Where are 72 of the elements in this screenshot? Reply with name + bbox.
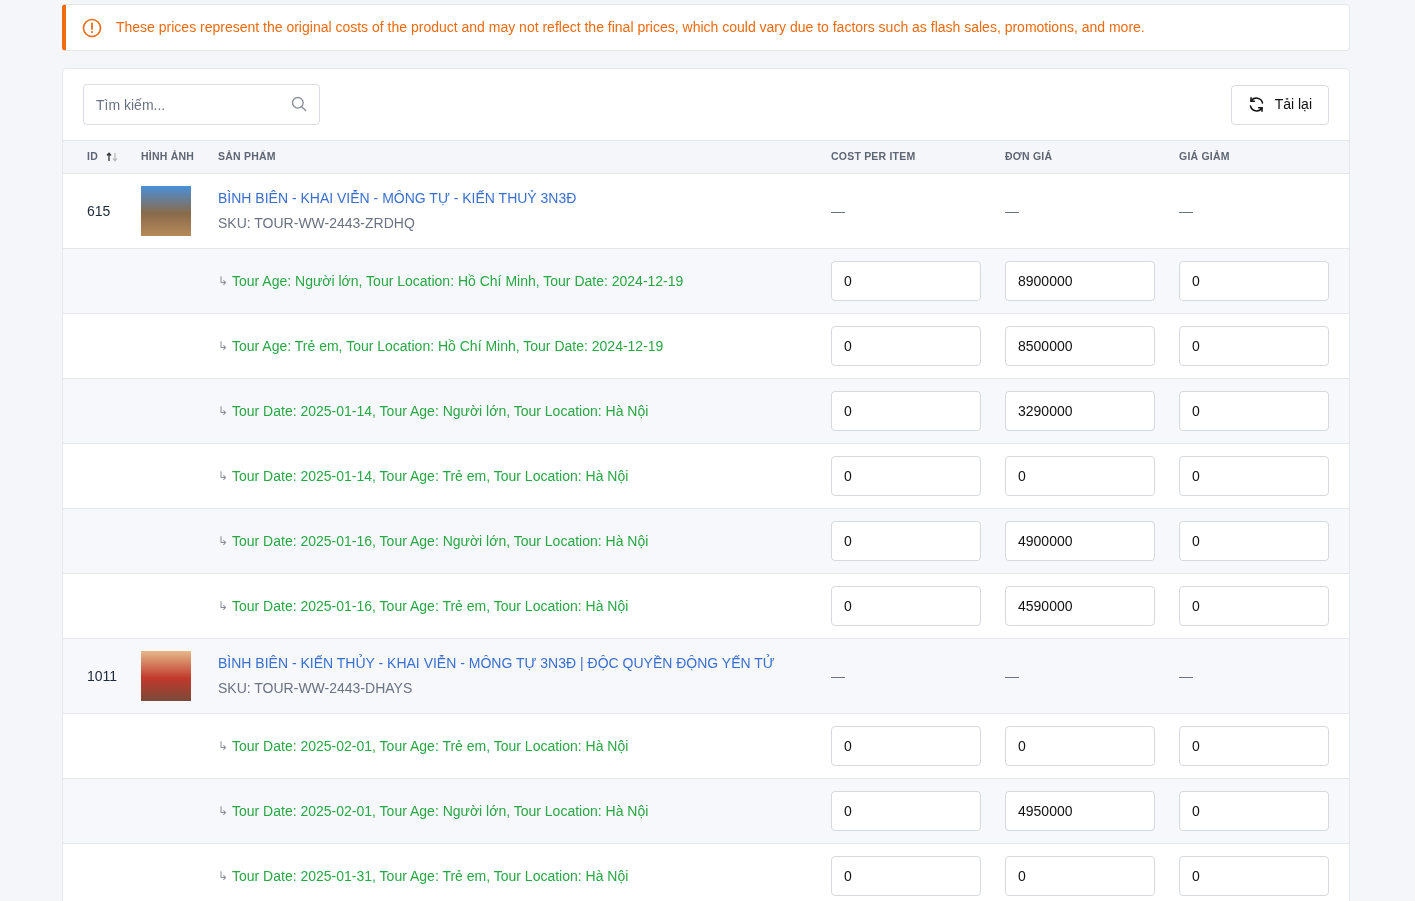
price-input[interactable]: 8900000 (1005, 261, 1155, 301)
variant-name: Tour Date: 2025-01-16, Tour Age: Người lớn, Tour Location: Hà Nội (232, 531, 649, 551)
variant-name: Tour Date: 2025-01-16, Tour Age: Trẻ em, Tour Location: Hà Nội (232, 596, 629, 616)
warning-icon (82, 17, 102, 38)
price-input[interactable]: 0 (831, 726, 981, 766)
price-input[interactable]: 0 (831, 521, 981, 561)
notice-text: These prices represent the original costs of the product and may not reflect the final prices, which could vary due to factors such as flash sales, promotions, and more. (116, 18, 1145, 37)
column-header[interactable]: ID (87, 149, 98, 165)
price-input[interactable]: 4950000 (1005, 791, 1155, 831)
price-input[interactable]: 0 (1179, 726, 1329, 766)
search-field[interactable]: Tìm kiếm... (83, 84, 320, 125)
variant-name: Tour Date: 2025-01-14, Tour Age: Người lớn, Tour Location: Hà Nội (232, 401, 649, 421)
empty-value: — (1179, 667, 1193, 684)
price-input[interactable]: 0 (831, 326, 981, 366)
product-id: 615 (87, 202, 111, 219)
sort-icon[interactable] (105, 152, 118, 162)
column-header: GIÁ GIẢM (1179, 149, 1230, 165)
branch-marker: ↳ (218, 598, 228, 615)
price-input[interactable]: 0 (831, 791, 981, 831)
price-input[interactable]: 0 (1179, 391, 1329, 431)
empty-value: — (1005, 202, 1019, 219)
price-input[interactable]: 8500000 (1005, 326, 1155, 366)
empty-value: — (831, 667, 845, 684)
photo-placeholder (141, 651, 191, 701)
empty-value: — (831, 202, 845, 219)
price-input[interactable]: 0 (831, 261, 981, 301)
column-header: HÌNH ẢNH (141, 149, 194, 165)
price-input[interactable]: 0 (1005, 726, 1155, 766)
variant-name: Tour Date: 2025-02-01, Tour Age: Người lớn, Tour Location: Hà Nội (232, 801, 649, 821)
photo-placeholder (141, 186, 191, 236)
product-sku: SKU: TOUR-WW-2443-ZRDHQ (218, 214, 416, 233)
product-name[interactable]: BÌNH BIÊN - KHAI VIỄN - MÔNG TỰ - KIẾN THUỶ 3N3Đ (218, 188, 831, 209)
branch-marker: ↳ (218, 468, 228, 485)
product-name[interactable]: BÌNH BIÊN - KIẾN THỦY - KHAI VIỄN - MÔNG TỰ 3N3Đ | ĐỘC QUYỀN ĐỘNG YẾN TỬ (218, 653, 831, 674)
price-input[interactable]: 0 (1179, 856, 1329, 896)
price-input[interactable]: 4590000 (1005, 586, 1155, 626)
branch-marker: ↳ (218, 338, 228, 355)
price-input[interactable]: 0 (1179, 521, 1329, 561)
branch-marker: ↳ (218, 533, 228, 550)
product-id: 1011 (87, 667, 118, 684)
price-input[interactable]: 0 (831, 856, 981, 896)
price-input[interactable]: 3290000 (1005, 391, 1155, 431)
empty-value: — (1005, 667, 1019, 684)
price-input[interactable]: 0 (1179, 261, 1329, 301)
price-input[interactable]: 0 (831, 391, 981, 431)
price-input[interactable]: 0 (831, 456, 981, 496)
variant-name: Tour Date: 2025-01-31, Tour Age: Trẻ em, Tour Location: Hà Nội (232, 866, 629, 886)
product-sku: SKU: TOUR-WW-2443-DHAYS (218, 679, 414, 698)
column-header: SẢN PHẨM (218, 149, 276, 165)
branch-marker: ↳ (218, 738, 228, 755)
reload-button[interactable]: Tải lại (1230, 84, 1329, 125)
price-input[interactable]: 0 (1005, 456, 1155, 496)
column-header: COST PER ITEM (831, 149, 916, 165)
branch-marker: ↳ (218, 273, 228, 290)
empty-value: — (1179, 202, 1193, 219)
price-input[interactable]: 0 (831, 586, 981, 626)
search-icon (291, 96, 307, 112)
variant-name: Tour Date: 2025-02-01, Tour Age: Trẻ em, Tour Location: Hà Nội (232, 736, 629, 756)
variant-name: Tour Date: 2025-01-14, Tour Age: Trẻ em, Tour Location: Hà Nội (232, 466, 629, 486)
price-input[interactable]: 0 (1179, 326, 1329, 366)
variant-name: Tour Age: Trẻ em, Tour Location: Hồ Chí Minh, Tour Date: 2024-12-19 (232, 336, 664, 356)
price-input[interactable]: 0 (1179, 456, 1329, 496)
variant-name: Tour Age: Người lớn, Tour Location: Hồ Chí Minh, Tour Date: 2024-12-19 (232, 271, 684, 291)
column-header: ĐƠN GIÁ (1005, 149, 1053, 165)
price-input[interactable]: 0 (1179, 791, 1329, 831)
branch-marker: ↳ (218, 803, 228, 820)
branch-marker: ↳ (218, 403, 228, 420)
refresh-icon (1247, 96, 1265, 113)
price-input[interactable]: 4900000 (1005, 521, 1155, 561)
price-input[interactable]: 0 (1179, 586, 1329, 626)
price-input[interactable]: 0 (1005, 856, 1155, 896)
branch-marker: ↳ (218, 868, 228, 885)
